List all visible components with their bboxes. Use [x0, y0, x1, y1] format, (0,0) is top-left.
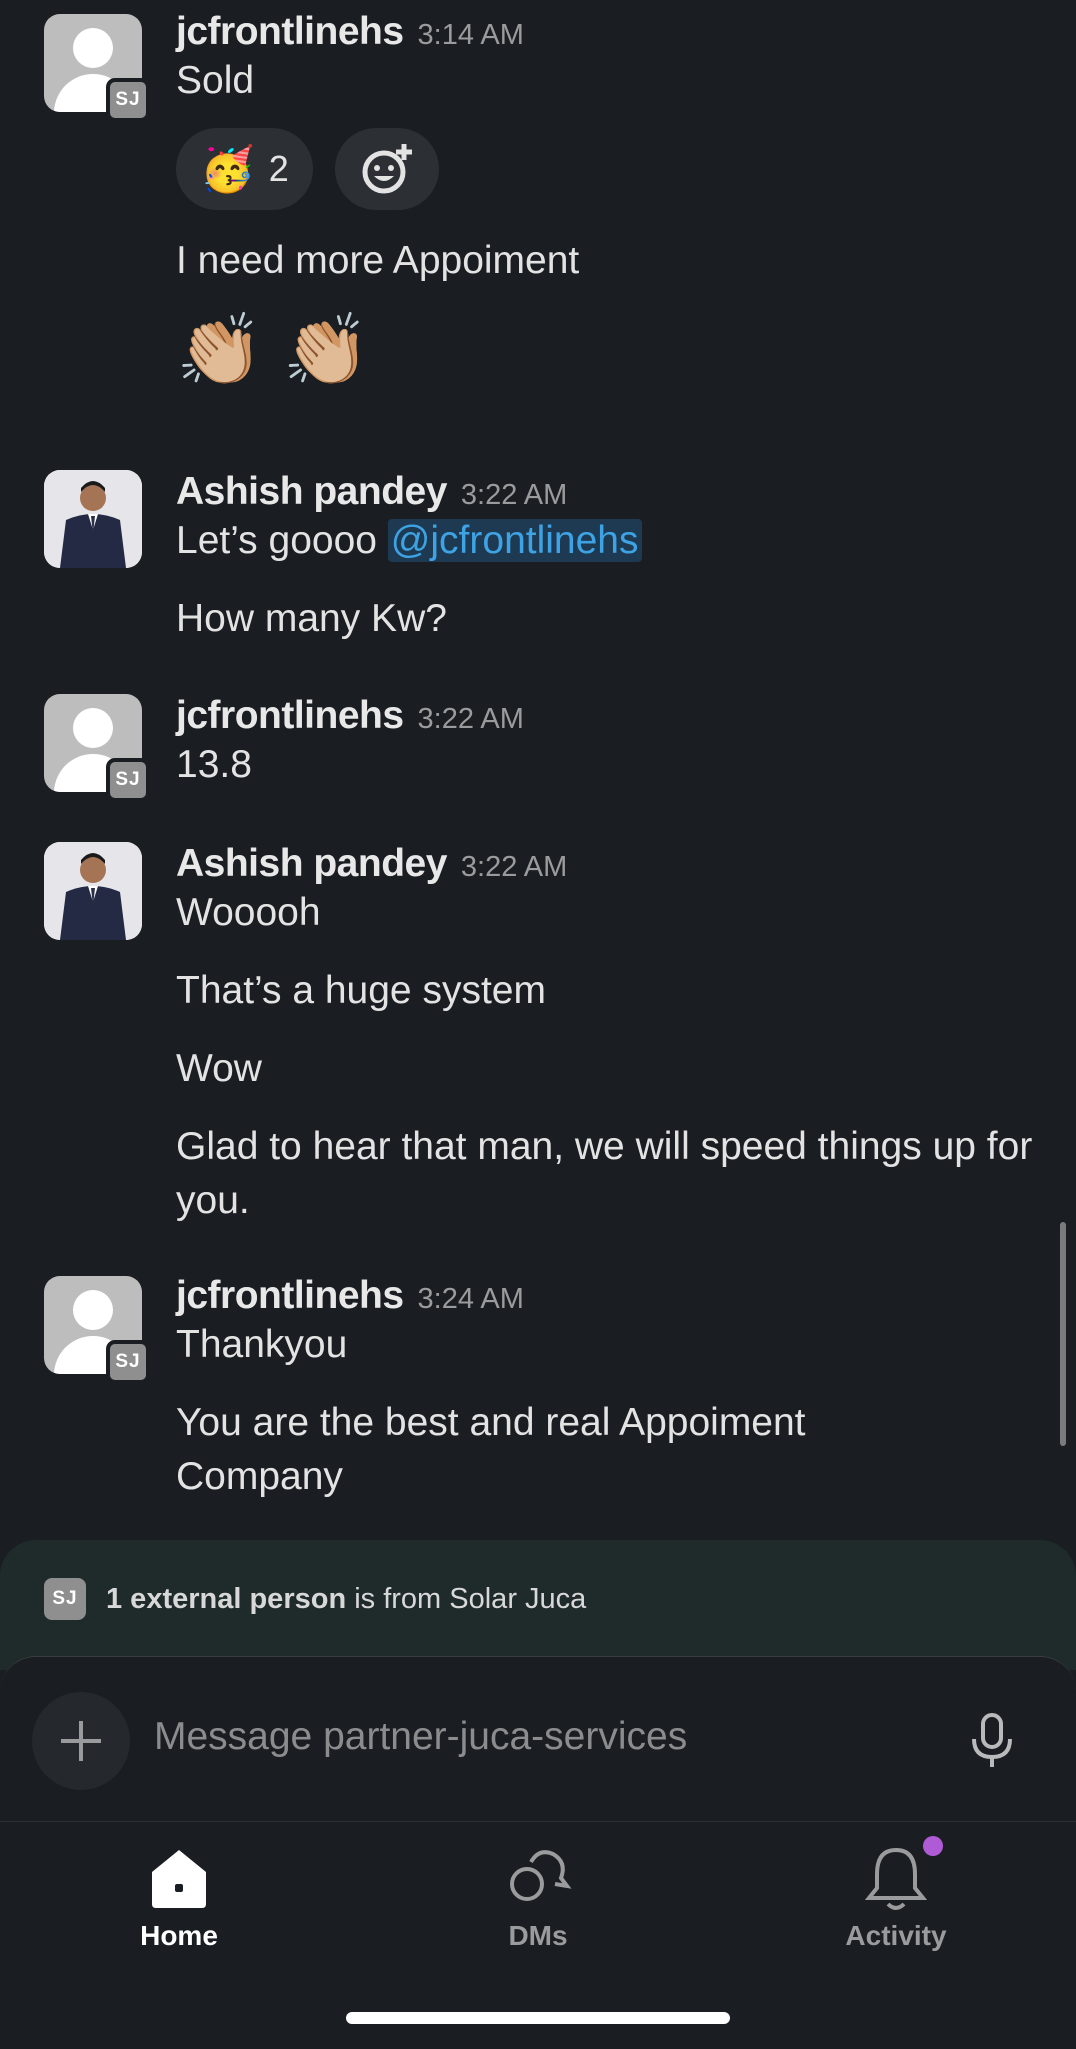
message-text: You are the best and real Appoiment Comp…	[176, 1401, 806, 1498]
plus-icon	[61, 1721, 101, 1761]
message-text: I need more Appoiment	[176, 239, 580, 282]
author-name[interactable]: jcfrontlinehs	[176, 694, 404, 738]
message-text: That’s a huge system	[176, 969, 546, 1012]
reaction-count: 2	[268, 148, 289, 189]
message[interactable]: SJ jcfrontlinehs 3:24 AM Thankyou You ar…	[0, 1274, 1076, 1504]
microphone-icon	[972, 1713, 1012, 1767]
microphone-button[interactable]	[968, 1713, 1016, 1774]
author-name[interactable]: Ashish pandey	[176, 470, 447, 514]
author-name[interactable]: jcfrontlinehs	[176, 10, 404, 54]
timestamp: 3:22 AM	[460, 851, 568, 883]
external-people-banner[interactable]: SJ 1 external person is from Solar Juca	[0, 1540, 1076, 1670]
message[interactable]: SJ jcfrontlinehs 3:14 AM Sold 🥳 2 I need…	[0, 10, 1076, 400]
tab-activity[interactable]: Activity	[796, 1836, 996, 1952]
message-text: Wooooh	[176, 891, 321, 934]
tab-home[interactable]: Home	[79, 1842, 279, 1952]
avatar[interactable]	[44, 842, 142, 940]
message[interactable]: SJ jcfrontlinehs 3:22 AM 13.8	[0, 694, 1076, 802]
message-text: How many Kw?	[176, 597, 447, 640]
attach-button[interactable]	[32, 1692, 130, 1790]
external-notice: 1 external person is from Solar Juca	[106, 1583, 586, 1616]
message[interactable]: Ashish pandey 3:22 AM Let’s goooo @jcfro…	[0, 470, 1076, 646]
message-feed[interactable]: SJ jcfrontlinehs 3:14 AM Sold 🥳 2 I need…	[0, 0, 1076, 1545]
external-org-badge: SJ	[44, 1578, 86, 1620]
message-text: Sold	[176, 59, 255, 102]
message-text: 13.8	[176, 743, 252, 786]
timestamp: 3:22 AM	[417, 703, 524, 735]
user-mention[interactable]: @jcfrontlinehs	[387, 519, 642, 562]
tab-label: DMs	[508, 1920, 568, 1951]
add-reaction-button[interactable]	[334, 128, 439, 210]
clap-emoji-line: 👏🏼 👏🏼	[176, 311, 370, 389]
reactions: 🥳 2	[176, 128, 1076, 210]
party-face-emoji: 🥳	[200, 145, 255, 194]
external-org-badge: SJ	[106, 758, 150, 802]
message-input[interactable]: Message partner-juca-services	[154, 1715, 687, 1759]
reaction-pill[interactable]: 🥳 2	[176, 128, 313, 210]
message-text-prefix: Let’s goooo	[176, 519, 388, 562]
message[interactable]: Ashish pandey 3:22 AM Wooooh That’s a hu…	[0, 842, 1076, 1228]
message-composer: Message partner-juca-services	[0, 1656, 1076, 1822]
external-org-badge: SJ	[106, 78, 150, 122]
activity-notification-dot	[923, 1836, 943, 1856]
timestamp: 3:24 AM	[417, 1283, 524, 1315]
message-text: Wow	[176, 1047, 262, 1090]
tab-dms[interactable]: DMs	[438, 1842, 638, 1952]
avatar[interactable]	[44, 470, 142, 568]
dms-icon	[510, 1850, 572, 1901]
author-name[interactable]: Ashish pandey	[176, 842, 447, 886]
timestamp: 3:14 AM	[417, 19, 524, 51]
scrollbar[interactable]	[1060, 1222, 1066, 1446]
external-org-badge: SJ	[106, 1340, 150, 1384]
message-text: Let’s goooo @jcfrontlinehs	[176, 514, 1076, 568]
author-name[interactable]: jcfrontlinehs	[176, 1274, 404, 1318]
bell-icon	[864, 1847, 928, 1910]
external-count: 1 external person	[106, 1582, 347, 1615]
timestamp: 3:22 AM	[460, 479, 568, 511]
tab-label: Home	[140, 1920, 218, 1951]
tab-label: Activity	[845, 1920, 947, 1951]
message-text: Thankyou	[176, 1323, 348, 1366]
home-indicator[interactable]	[346, 2012, 730, 2024]
message-text: Glad to hear that man, we will speed thi…	[176, 1125, 1033, 1222]
home-icon	[152, 1850, 206, 1908]
external-org-text: is from Solar Juca	[346, 1582, 587, 1615]
add-reaction-icon	[362, 144, 412, 194]
